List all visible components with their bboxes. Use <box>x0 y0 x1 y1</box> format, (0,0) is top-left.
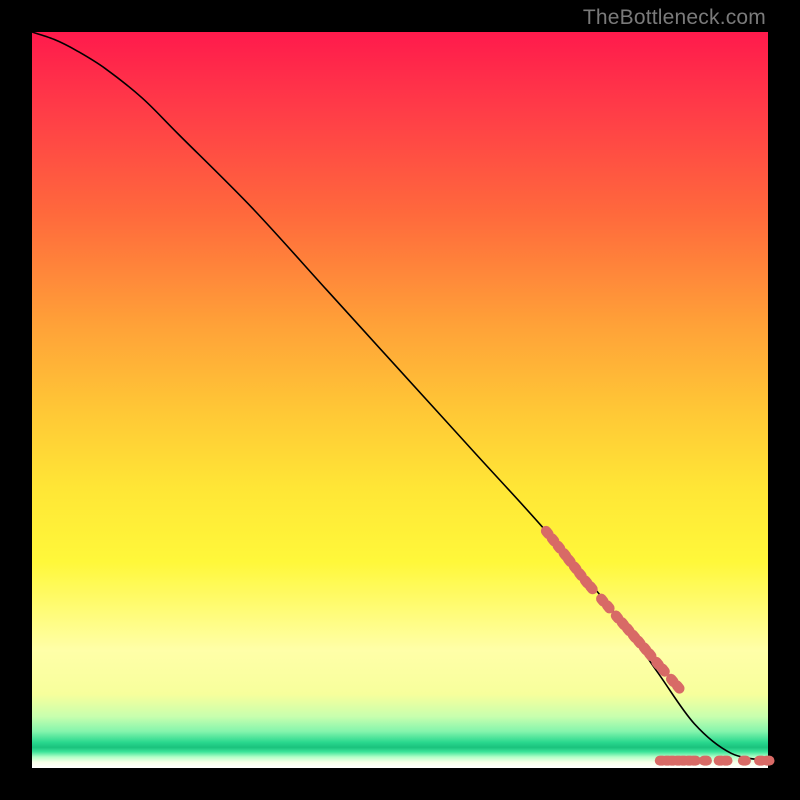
data-point <box>699 756 712 766</box>
chart-svg <box>32 32 768 768</box>
data-point <box>720 756 733 766</box>
scatter-points <box>539 524 775 766</box>
data-point <box>762 756 775 766</box>
data-point <box>738 756 751 766</box>
bottleneck-curve <box>32 32 768 761</box>
plot-area <box>32 32 768 768</box>
chart-container: TheBottleneck.com <box>0 0 800 800</box>
watermark-label: TheBottleneck.com <box>583 6 766 30</box>
